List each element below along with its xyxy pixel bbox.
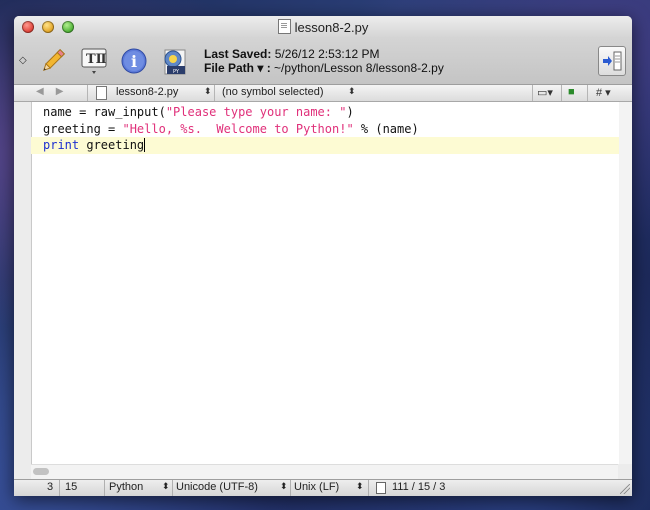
- python-script-icon: PY: [164, 49, 186, 75]
- keyword: print: [43, 138, 80, 152]
- language-popup-arrows-icon[interactable]: ⬍: [162, 481, 170, 492]
- nav-divider: [587, 85, 588, 101]
- toolbar-disclosure-icon[interactable]: ◇: [19, 55, 27, 66]
- symbol-popup-arrows-icon[interactable]: ⬍: [348, 86, 356, 97]
- status-divider: [290, 480, 291, 496]
- text-cursor: [144, 138, 146, 152]
- status-divider: [368, 480, 369, 496]
- markers-menu[interactable]: # ▾: [596, 86, 611, 99]
- python-script-button[interactable]: PY: [159, 46, 189, 76]
- info-button[interactable]: i: [119, 46, 149, 76]
- window-title-text: lesson8-2.py: [294, 20, 369, 35]
- code-line-1[interactable]: name = raw_input("Please type your name:…: [42, 104, 619, 121]
- file-info: Last Saved: 5/26/12 2:53:12 PM File Path…: [204, 47, 444, 75]
- info-icon: i: [121, 48, 147, 74]
- history-arrows[interactable]: ◀▶: [36, 86, 75, 97]
- text-options-glyph: TⅡ: [86, 52, 107, 67]
- navigation-bar: ◀▶ lesson8-2.py ⬍ (no symbol selected) ⬍…: [14, 85, 632, 102]
- column-number[interactable]: 15: [65, 481, 77, 493]
- horizontal-scroll-thumb[interactable]: [33, 468, 49, 475]
- window-title: lesson8-2.py: [14, 19, 632, 35]
- symbol-popup[interactable]: (no symbol selected): [222, 86, 324, 98]
- status-divider: [172, 480, 173, 496]
- string-literal: "Please type your name: ": [165, 105, 347, 119]
- svg-text:i: i: [131, 52, 137, 71]
- bookmark-menu-icon[interactable]: ▭▾: [537, 86, 553, 99]
- code-text[interactable]: name = raw_input("Please type your name:…: [31, 104, 619, 154]
- nav-divider: [561, 85, 562, 101]
- line-endings-popup[interactable]: Unix (LF): [294, 481, 339, 493]
- file-popup-arrows-icon[interactable]: ⬍: [204, 86, 212, 97]
- status-divider: [104, 480, 105, 496]
- line-endings-popup-arrows-icon[interactable]: ⬍: [356, 481, 364, 492]
- svg-text:PY: PY: [173, 69, 180, 75]
- back-arrow-icon[interactable]: ◀: [36, 86, 56, 97]
- last-saved-label: Last Saved:: [204, 47, 272, 61]
- nav-divider: [214, 85, 215, 101]
- pencil-icon: [43, 48, 66, 71]
- sidebar-arrow-icon: [603, 51, 622, 71]
- code-editor[interactable]: name = raw_input("Please type your name:…: [31, 102, 632, 464]
- code-line-3[interactable]: print greeting: [31, 137, 619, 154]
- resize-grip-icon[interactable]: [620, 484, 630, 494]
- string-literal: "Hello, %s. Welcome to Python!": [122, 121, 354, 136]
- encoding-popup[interactable]: Unicode (UTF-8): [176, 481, 258, 493]
- document-counts: 111 / 15 / 3: [392, 481, 446, 493]
- edit-pencil-button[interactable]: [38, 46, 68, 76]
- file-path-value: ~/python/Lesson 8/lesson8-2.py: [274, 61, 444, 75]
- last-saved-value: 5/26/12 2:53:12 PM: [274, 47, 380, 61]
- file-path-label[interactable]: File Path ▾ :: [204, 61, 271, 75]
- line-number[interactable]: 3: [47, 481, 53, 493]
- text-options-button[interactable]: TⅡ: [79, 46, 109, 76]
- code-line-2[interactable]: greeting = "Hello, %s. Welcome to Python…: [42, 121, 619, 138]
- status-divider: [59, 480, 60, 496]
- document-proxy-icon[interactable]: [277, 19, 291, 34]
- horizontal-scrollbar[interactable]: [31, 464, 618, 479]
- markers-icon: #: [596, 87, 603, 99]
- document-icon: [96, 86, 107, 100]
- nav-divider: [532, 85, 533, 101]
- editor-window: lesson8-2.py ◇ TⅡ i PY Last Saved: 5/26/…: [14, 16, 632, 496]
- vertical-scrollbar[interactable]: [619, 102, 632, 464]
- text-options-icon: TⅡ: [81, 48, 107, 74]
- status-bar: 3 15 Python ⬍ Unicode (UTF-8) ⬍ Unix (LF…: [14, 479, 632, 496]
- toolbar: ◇ TⅡ i PY Last Saved: 5/26/12 2:53:12 PM…: [14, 38, 632, 85]
- toggle-sidebar-button[interactable]: [598, 46, 626, 76]
- document-stats-icon: [376, 482, 386, 494]
- file-popup[interactable]: lesson8-2.py: [116, 86, 178, 98]
- language-popup[interactable]: Python: [109, 481, 143, 493]
- encoding-popup-arrows-icon[interactable]: ⬍: [280, 481, 288, 492]
- gutter: [14, 102, 32, 464]
- counterpart-icon[interactable]: ■: [568, 86, 575, 98]
- nav-divider: [87, 85, 88, 101]
- title-bar[interactable]: lesson8-2.py: [14, 16, 632, 38]
- forward-arrow-icon[interactable]: ▶: [56, 86, 76, 97]
